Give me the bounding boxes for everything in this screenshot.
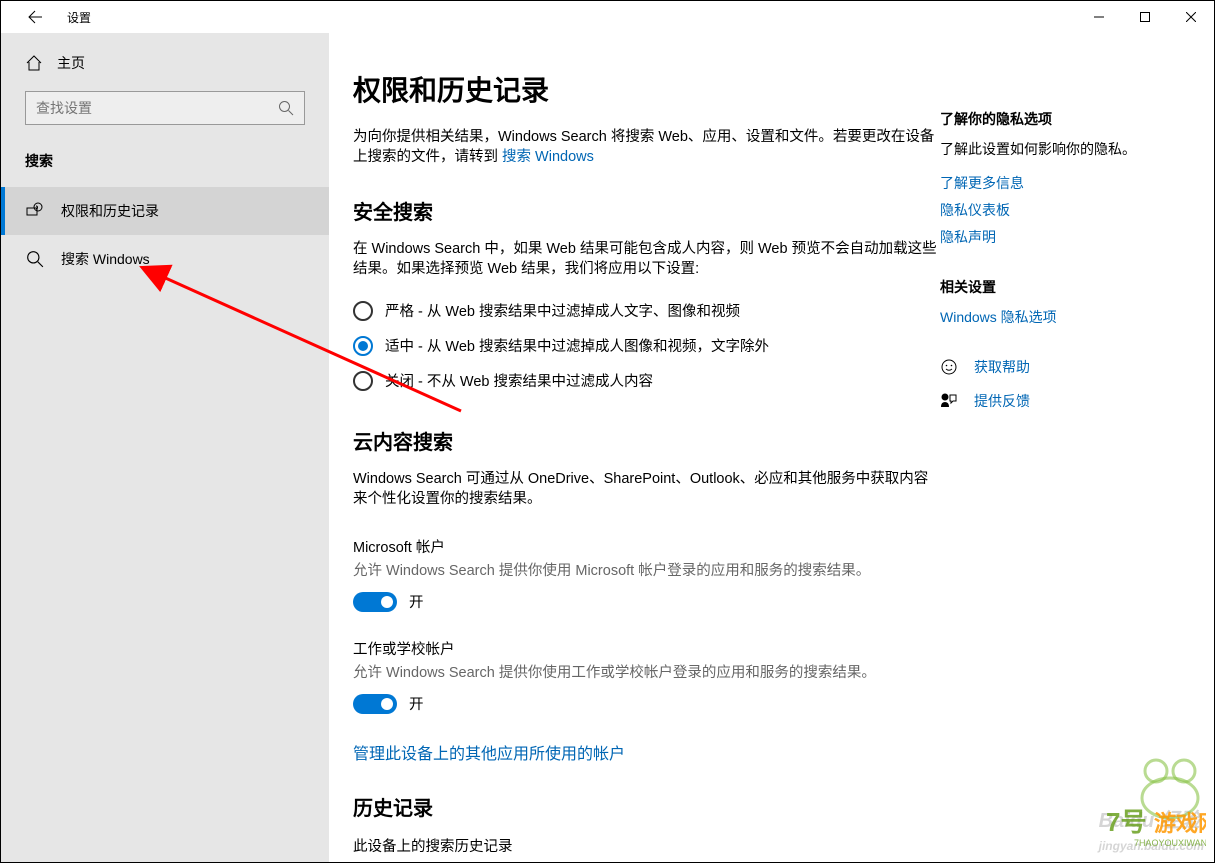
search-icon <box>278 100 294 116</box>
ms-account-heading: Microsoft 帐户 <box>353 536 940 557</box>
titlebar: 设置 <box>1 1 1214 33</box>
search-input[interactable] <box>36 100 278 116</box>
privacy-dashboard-link[interactable]: 隐私仪表板 <box>940 200 1190 220</box>
content-main: 权限和历史记录 为向你提供相关结果，Windows Search 将搜索 Web… <box>353 69 940 862</box>
related-heading: 相关设置 <box>940 277 1190 297</box>
maximize-icon <box>1140 12 1150 22</box>
sidebar-item-label: 搜索 Windows <box>61 249 150 269</box>
search-input-wrapper[interactable] <box>25 91 305 125</box>
manage-accounts-link[interactable]: 管理此设备上的其他应用所使用的帐户 <box>353 746 625 763</box>
feedback-link[interactable]: 提供反馈 <box>940 391 1190 411</box>
safe-search-desc: 在 Windows Search 中，如果 Web 结果可能包含成人内容，则 W… <box>353 239 940 280</box>
radio-off[interactable]: 关闭 - 不从 Web 搜索结果中过滤成人内容 <box>353 363 940 398</box>
learn-more-link[interactable]: 了解更多信息 <box>940 173 1190 193</box>
arrow-left-icon <box>27 9 43 25</box>
feedback-label: 提供反馈 <box>974 391 1030 411</box>
search-windows-icon <box>25 249 45 269</box>
work-account-heading: 工作或学校帐户 <box>353 638 940 659</box>
history-heading: 历史记录 <box>353 792 940 821</box>
privacy-statement-link[interactable]: 隐私声明 <box>940 227 1190 247</box>
sidebar-section-label: 搜索 <box>1 141 329 187</box>
maximize-button[interactable] <box>1122 1 1168 33</box>
back-button[interactable] <box>25 7 45 27</box>
toggle-label: 开 <box>409 693 424 714</box>
work-account-desc: 允许 Windows Search 提供你使用工作或学校帐户登录的应用和服务的搜… <box>353 663 940 683</box>
radio-circle-icon <box>353 336 373 356</box>
privacy-heading: 了解你的隐私选项 <box>940 109 1190 129</box>
ms-account-desc: 允许 Windows Search 提供你使用 Microsoft 帐户登录的应… <box>353 561 940 581</box>
close-icon <box>1186 12 1196 22</box>
feedback-icon <box>940 392 958 410</box>
get-help-link[interactable]: 获取帮助 <box>940 357 1190 377</box>
sidebar-item-search-windows[interactable]: 搜索 Windows <box>1 235 329 283</box>
intro-text: 为向你提供相关结果，Windows Search 将搜索 Web、应用、设置和文… <box>353 127 940 168</box>
sidebar-item-permissions-history[interactable]: 权限和历史记录 <box>1 187 329 235</box>
toggle-label: 开 <box>409 591 424 612</box>
permissions-icon <box>25 201 45 221</box>
minimize-icon <box>1094 12 1104 22</box>
radio-strict[interactable]: 严格 - 从 Web 搜索结果中过滤掉成人文字、图像和视频 <box>353 293 940 328</box>
ms-account-toggle[interactable] <box>353 592 397 612</box>
home-label: 主页 <box>57 53 85 73</box>
page-title: 权限和历史记录 <box>353 69 940 109</box>
window-title: 设置 <box>67 9 91 26</box>
work-account-toggle[interactable] <box>353 694 397 714</box>
radio-circle-icon <box>353 301 373 321</box>
radio-circle-icon <box>353 371 373 391</box>
home-nav[interactable]: 主页 <box>1 41 329 85</box>
radio-label: 关闭 - 不从 Web 搜索结果中过滤成人内容 <box>385 370 653 391</box>
sidebar: 主页 搜索 权限和历史记录 搜索 Windows <box>1 33 329 862</box>
privacy-text: 了解此设置如何影响你的隐私。 <box>940 139 1190 159</box>
minimize-button[interactable] <box>1076 1 1122 33</box>
windows-privacy-link[interactable]: Windows 隐私选项 <box>940 307 1190 327</box>
search-windows-link[interactable]: 搜索 Windows <box>502 149 594 165</box>
radio-moderate[interactable]: 适中 - 从 Web 搜索结果中过滤掉成人图像和视频，文字除外 <box>353 328 940 363</box>
history-sub: 此设备上的搜索历史记录 <box>353 835 940 856</box>
radio-label: 适中 - 从 Web 搜索结果中过滤掉成人图像和视频，文字除外 <box>385 335 769 356</box>
help-label: 获取帮助 <box>974 357 1030 377</box>
help-icon <box>940 358 958 376</box>
close-button[interactable] <box>1168 1 1214 33</box>
cloud-search-heading: 云内容搜索 <box>353 426 940 455</box>
safe-search-radio-group: 严格 - 从 Web 搜索结果中过滤掉成人文字、图像和视频 适中 - 从 Web… <box>353 293 940 398</box>
cloud-search-desc: Windows Search 可通过从 OneDrive、SharePoint、… <box>353 469 940 510</box>
content-side: 了解你的隐私选项 了解此设置如何影响你的隐私。 了解更多信息 隐私仪表板 隐私声… <box>940 69 1190 862</box>
sidebar-item-label: 权限和历史记录 <box>61 201 159 221</box>
safe-search-heading: 安全搜索 <box>353 196 940 225</box>
home-icon <box>25 54 43 72</box>
radio-label: 严格 - 从 Web 搜索结果中过滤掉成人文字、图像和视频 <box>385 300 740 321</box>
